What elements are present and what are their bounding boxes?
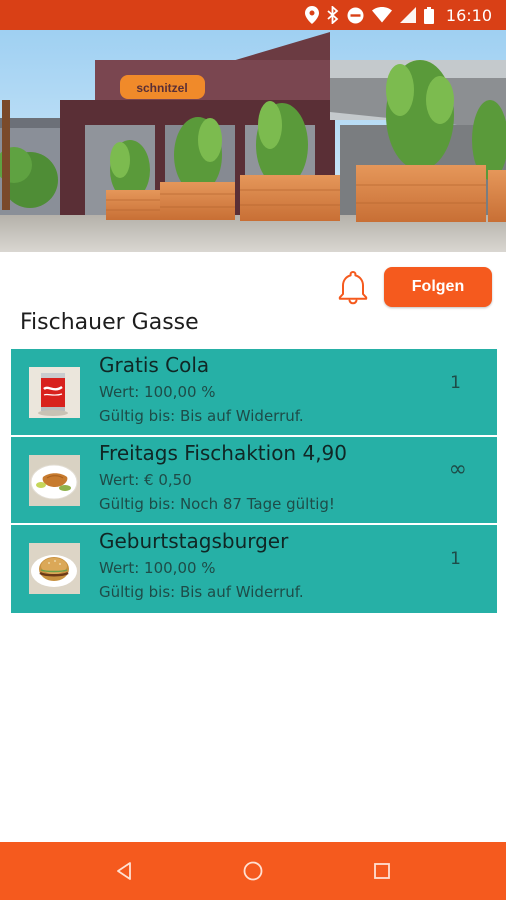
recents-icon[interactable] bbox=[362, 851, 402, 891]
offer-list: Gratis Cola Wert: 100,00 % Gültig bis: B… bbox=[11, 349, 497, 613]
offer-value: Wert: 100,00 % bbox=[99, 559, 216, 577]
offer-title: Freitags Fischaktion 4,90 bbox=[99, 441, 347, 465]
home-icon[interactable] bbox=[233, 851, 273, 891]
fish-plate-image bbox=[29, 455, 80, 506]
offer-count: ∞ bbox=[448, 457, 467, 482]
hero-image: schnitzel bbox=[0, 30, 506, 252]
cola-can-image bbox=[29, 367, 80, 418]
offer-validity: Gültig bis: Bis auf Widerruf. bbox=[99, 407, 304, 425]
action-row: Folgen bbox=[0, 262, 506, 310]
hero-sign: schnitzel bbox=[136, 81, 187, 95]
navigation-bar bbox=[0, 842, 506, 900]
offer-value: Wert: € 0,50 bbox=[99, 471, 192, 489]
signal-icon bbox=[399, 7, 416, 23]
page-title: Fischauer Gasse bbox=[20, 310, 199, 335]
back-icon[interactable] bbox=[104, 851, 144, 891]
bluetooth-icon bbox=[327, 6, 339, 24]
battery-icon bbox=[423, 6, 434, 24]
offer-item-gratis-cola[interactable]: Gratis Cola Wert: 100,00 % Gültig bis: B… bbox=[11, 349, 497, 437]
follow-button[interactable]: Folgen bbox=[384, 267, 492, 307]
offer-validity: Gültig bis: Bis auf Widerruf. bbox=[99, 583, 304, 601]
burger-plate-image bbox=[29, 543, 80, 594]
offer-count: 1 bbox=[450, 373, 461, 393]
offer-value: Wert: 100,00 % bbox=[99, 383, 216, 401]
offer-title: Geburtstagsburger bbox=[99, 529, 289, 553]
offer-count: 1 bbox=[450, 549, 461, 569]
wifi-icon bbox=[371, 7, 392, 23]
status-time: 16:10 bbox=[445, 5, 492, 25]
offer-item-geburtstagsburger[interactable]: Geburtstagsburger Wert: 100,00 % Gültig … bbox=[11, 525, 497, 613]
location-icon bbox=[304, 6, 319, 24]
offer-title: Gratis Cola bbox=[99, 353, 210, 377]
offer-validity: Gültig bis: Noch 87 Tage gültig! bbox=[99, 495, 335, 513]
offer-item-fischaktion[interactable]: Freitags Fischaktion 4,90 Wert: € 0,50 G… bbox=[11, 437, 497, 525]
bell-icon[interactable] bbox=[336, 268, 370, 306]
status-bar: 16:10 bbox=[0, 0, 506, 30]
do-not-disturb-icon bbox=[347, 7, 364, 24]
